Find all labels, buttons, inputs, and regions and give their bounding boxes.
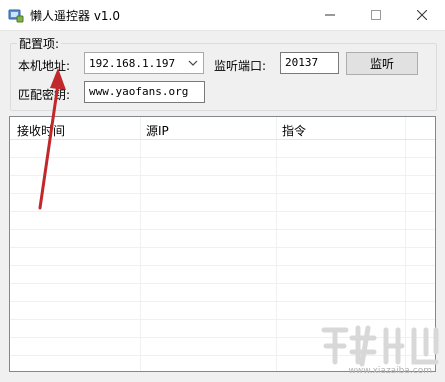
close-icon (417, 10, 427, 20)
column-header-command[interactable]: 指令 (282, 122, 306, 139)
minimize-button[interactable] (307, 0, 353, 30)
maximize-icon (371, 10, 381, 20)
config-group-label: 配置项: (17, 35, 62, 52)
minimize-icon (325, 14, 335, 16)
close-button[interactable] (399, 0, 445, 30)
listen-port-label: 监听端口: (214, 59, 267, 73)
main-window: 懒人遥控器 v1.0 配置项: 本机地址: 192.168.1.197 监听端口… (0, 0, 445, 382)
chevron-down-icon (188, 60, 198, 66)
password-label: 匹配密钥: (18, 88, 71, 102)
title-bar[interactable]: 懒人遥控器 v1.0 (0, 0, 445, 31)
maximize-button[interactable] (353, 0, 399, 30)
column-header-source-ip[interactable]: 源IP (146, 122, 169, 139)
local-address-value: 192.168.1.197 (89, 57, 176, 70)
list-header: 接收时间 源IP 指令 (10, 117, 435, 140)
listen-port-input[interactable]: 20137 (280, 52, 339, 74)
app-icon (8, 9, 24, 23)
listen-button[interactable]: 监听 (346, 52, 418, 75)
command-list[interactable]: 接收时间 源IP 指令 (9, 116, 436, 372)
password-input[interactable]: www.yaofans.org (84, 81, 205, 103)
column-header-receive-time[interactable]: 接收时间 (17, 122, 65, 139)
local-address-select[interactable]: 192.168.1.197 (84, 52, 204, 74)
window-title: 懒人遥控器 v1.0 (30, 9, 121, 23)
local-address-label: 本机地址: (18, 59, 71, 73)
